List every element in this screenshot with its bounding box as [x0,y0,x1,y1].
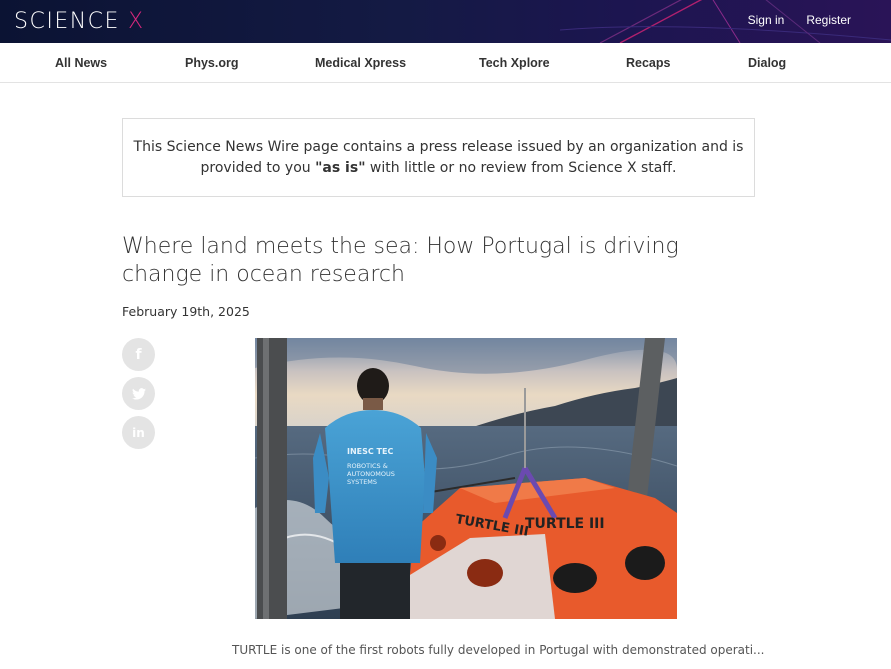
linkedin-icon: in [132,425,145,440]
shirt-text-1: INESC TEC [347,447,393,456]
notice-text-after: with little or no review from Science X … [365,160,677,176]
register-link[interactable]: Register [806,13,851,27]
site-header: SCIENCE X Sign in Register [0,0,891,43]
nav-item-recaps[interactable]: Recaps [626,56,670,70]
main-nav: All News Phys.org Medical Xpress Tech Xp… [0,43,891,83]
article-photo: TURTLE III TURTLE III INESC TEC ROBOTICS… [255,338,677,619]
nav-item-tech-xplore[interactable]: Tech Xplore [479,56,550,70]
nav-item-all-news[interactable]: All News [55,56,107,70]
twitter-icon [131,387,146,400]
shirt-text-4: SYSTEMS [347,478,377,486]
shirt-text-2: ROBOTICS & [347,462,388,470]
shirt-text-3: AUTONOMOUS [347,470,395,478]
site-logo[interactable]: SCIENCE X [14,8,145,34]
article-date: February 19th, 2025 [122,304,250,319]
nav-item-dialog[interactable]: Dialog [748,56,786,70]
robot-label-2: TURTLE III [525,516,605,532]
share-facebook-button[interactable]: f [122,338,155,371]
share-twitter-button[interactable] [122,377,155,410]
sign-in-link[interactable]: Sign in [748,13,785,27]
press-release-notice: This Science News Wire page contains a p… [122,118,755,197]
nav-item-medical-xpress[interactable]: Medical Xpress [315,56,406,70]
logo-x-mark: X [127,8,145,34]
notice-emphasis: "as is" [315,160,366,176]
logo-text: SCIENCE [14,8,120,34]
auth-links: Sign in Register [748,13,851,27]
article-title: Where land meets the sea: How Portugal i… [122,234,679,287]
article-image[interactable]: TURTLE III TURTLE III INESC TEC ROBOTICS… [255,338,677,619]
image-caption: TURTLE is one of the first robots fully … [232,643,765,657]
nav-item-phys-org[interactable]: Phys.org [185,56,239,70]
share-linkedin-button[interactable]: in [122,416,155,449]
facebook-icon: f [135,346,142,363]
